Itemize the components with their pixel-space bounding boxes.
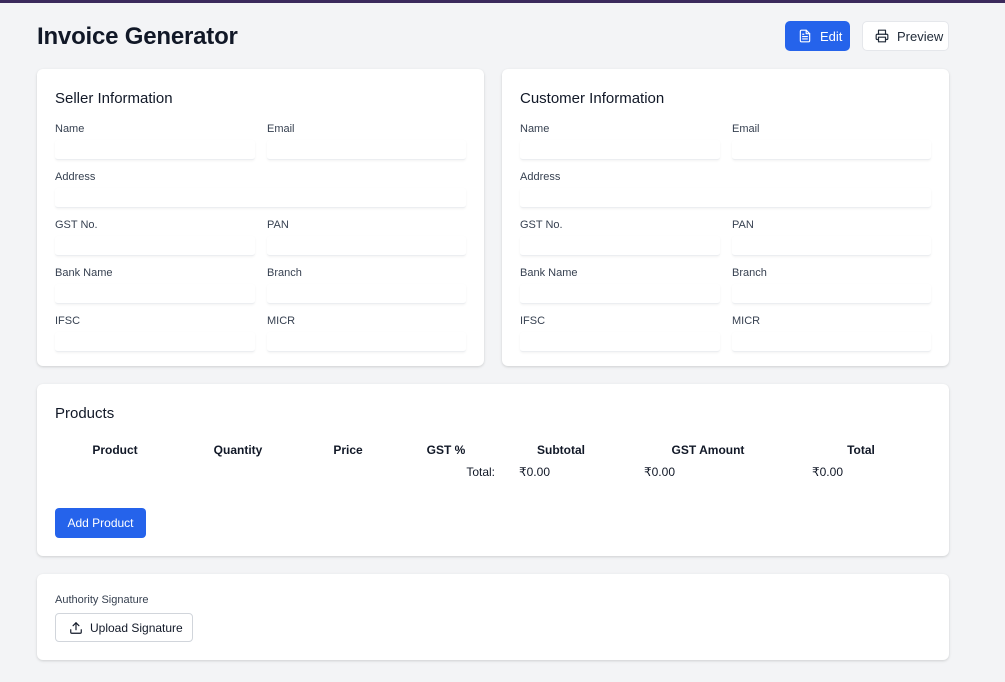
top-accent-bar — [0, 0, 1005, 3]
column-header-product: Product — [92, 443, 138, 457]
seller-branch-input[interactable] — [267, 284, 466, 304]
seller-branch-label: Branch — [267, 267, 302, 279]
customer-micr-group: MICR — [732, 314, 931, 352]
seller-email-input[interactable] — [267, 140, 466, 160]
customer-ifsc-group: IFSC — [520, 314, 720, 352]
upload-icon — [69, 621, 83, 635]
customer-bank-name-group: Bank Name — [520, 266, 720, 304]
customer-branch-group: Branch — [732, 266, 931, 304]
customer-email-group: Email — [732, 122, 931, 160]
seller-pan-group: PAN — [267, 218, 466, 256]
products-card: Products Product Quantity Price GST % Su… — [37, 384, 949, 556]
seller-gst-group: GST No. — [55, 218, 255, 256]
seller-email-label: Email — [267, 123, 295, 135]
seller-bank-name-label: Bank Name — [55, 267, 113, 279]
column-header-gst-amount: GST Amount — [671, 443, 745, 457]
column-header-quantity: Quantity — [213, 443, 263, 457]
seller-bank-name-input[interactable] — [55, 284, 255, 304]
customer-address-input[interactable] — [520, 188, 931, 208]
customer-bank-name-input[interactable] — [520, 284, 720, 304]
seller-name-group: Name — [55, 122, 255, 160]
add-product-button[interactable]: Add Product — [55, 508, 146, 538]
upload-signature-label: Upload Signature — [90, 620, 183, 635]
customer-name-label: Name — [520, 123, 550, 135]
seller-pan-input[interactable] — [267, 236, 466, 256]
upload-signature-button[interactable]: Upload Signature — [55, 613, 193, 642]
edit-button-label: Edit — [820, 28, 843, 44]
preview-button[interactable]: Preview — [862, 21, 949, 51]
customer-name-group: Name — [520, 122, 720, 160]
customer-gst-group: GST No. — [520, 218, 720, 256]
customer-email-label: Email — [732, 123, 760, 135]
customer-information-card: Customer Information Name Email Address … — [502, 69, 949, 366]
page-title: Invoice Generator — [37, 23, 238, 50]
customer-pan-group: PAN — [732, 218, 931, 256]
seller-gst-label: GST No. — [55, 219, 98, 231]
customer-card-title: Customer Information — [520, 90, 665, 107]
seller-branch-group: Branch — [267, 266, 466, 304]
printer-icon — [875, 29, 889, 43]
products-table: Product Quantity Price GST % Subtotal GS… — [55, 439, 931, 483]
column-header-total: Total — [847, 443, 875, 457]
customer-micr-label: MICR — [732, 315, 761, 327]
customer-address-group: Address — [520, 170, 931, 208]
preview-button-label: Preview — [897, 28, 944, 44]
customer-pan-label: PAN — [732, 219, 754, 231]
customer-email-input[interactable] — [732, 140, 931, 160]
customer-branch-label: Branch — [732, 267, 767, 279]
seller-ifsc-input[interactable] — [55, 332, 255, 352]
signature-card: Authority Signature Upload Signature — [37, 574, 949, 660]
document-icon — [798, 29, 812, 43]
totals-gst-amount: ₹0.00 — [644, 465, 675, 479]
customer-branch-input[interactable] — [732, 284, 931, 304]
column-header-price: Price — [333, 443, 363, 457]
customer-pan-input[interactable] — [732, 236, 931, 256]
seller-micr-input[interactable] — [267, 332, 466, 352]
seller-bank-name-group: Bank Name — [55, 266, 255, 304]
page-header: Invoice Generator Edit Preview — [37, 21, 949, 51]
column-header-subtotal: Subtotal — [537, 443, 585, 457]
seller-card-title: Seller Information — [55, 90, 173, 107]
totals-total: ₹0.00 — [812, 465, 843, 479]
customer-micr-input[interactable] — [732, 332, 931, 352]
customer-bank-name-label: Bank Name — [520, 267, 578, 279]
seller-pan-label: PAN — [267, 219, 289, 231]
seller-gst-input[interactable] — [55, 236, 255, 256]
seller-email-group: Email — [267, 122, 466, 160]
seller-micr-group: MICR — [267, 314, 466, 352]
authority-signature-label: Authority Signature — [55, 594, 149, 606]
column-header-gst-percent: GST % — [426, 443, 466, 457]
seller-name-input[interactable] — [55, 140, 255, 160]
edit-button[interactable]: Edit — [785, 21, 850, 51]
seller-micr-label: MICR — [267, 315, 296, 327]
customer-ifsc-input[interactable] — [520, 332, 720, 352]
customer-name-input[interactable] — [520, 140, 720, 160]
totals-label: Total: — [466, 465, 495, 479]
seller-name-label: Name — [55, 123, 85, 135]
totals-subtotal: ₹0.00 — [519, 465, 550, 479]
seller-address-label: Address — [55, 171, 96, 183]
products-header-row: Product Quantity Price GST % Subtotal GS… — [55, 439, 931, 461]
seller-information-card: Seller Information Name Email Address GS… — [37, 69, 484, 366]
seller-ifsc-label: IFSC — [55, 315, 81, 327]
seller-address-input[interactable] — [55, 188, 466, 208]
customer-ifsc-label: IFSC — [520, 315, 546, 327]
products-card-title: Products — [55, 405, 115, 422]
header-actions: Edit Preview — [785, 21, 949, 51]
seller-ifsc-group: IFSC — [55, 314, 255, 352]
customer-gst-label: GST No. — [520, 219, 563, 231]
seller-address-group: Address — [55, 170, 466, 208]
products-total-row: Total: ₹0.00 ₹0.00 ₹0.00 — [55, 461, 931, 483]
customer-address-label: Address — [520, 171, 561, 183]
customer-gst-input[interactable] — [520, 236, 720, 256]
